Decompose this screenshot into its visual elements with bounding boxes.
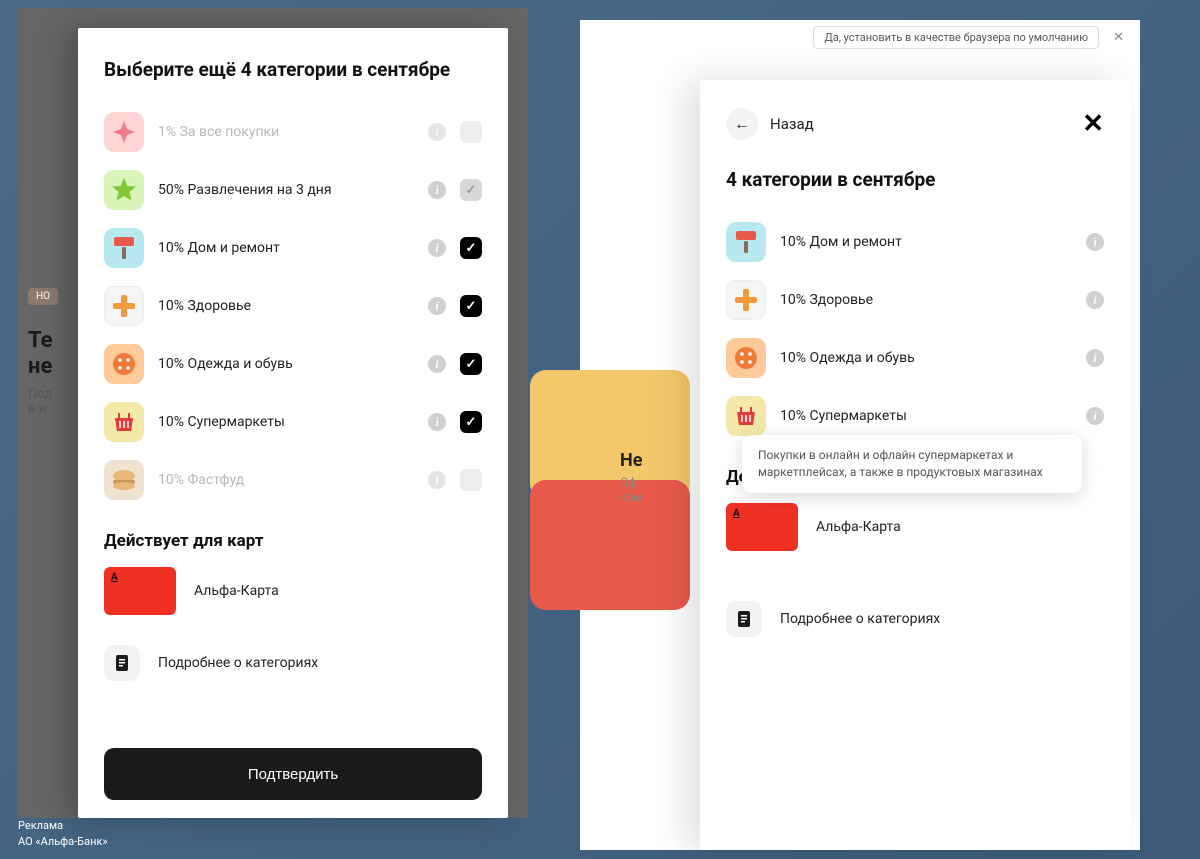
more-label: Подробнее о категориях bbox=[158, 655, 318, 671]
category-select-modal: Выберите ещё 4 категории в сентябре 1% З… bbox=[78, 28, 508, 818]
category-row[interactable]: 1% За все покупки i bbox=[104, 103, 482, 161]
category-row[interactable]: 10% Здоровье i bbox=[726, 271, 1104, 329]
card-name: Альфа-Карта bbox=[194, 583, 279, 599]
info-icon[interactable]: i bbox=[428, 471, 446, 489]
left-screenshot: НО Те не Под в и Выберите ещё 4 категори… bbox=[18, 8, 528, 818]
checkbox[interactable] bbox=[460, 353, 482, 375]
checkbox-locked bbox=[460, 179, 482, 201]
modal-title: 4 категории в сентябре bbox=[726, 168, 1104, 191]
category-row[interactable]: 10% Одежда и обувь i bbox=[104, 335, 482, 393]
document-icon bbox=[104, 645, 140, 681]
card-name: Альфа-Карта bbox=[816, 519, 901, 535]
roller-icon bbox=[726, 222, 766, 262]
category-row[interactable]: 50% Развлечения на 3 дня i bbox=[104, 161, 482, 219]
button-icon bbox=[726, 338, 766, 378]
category-row[interactable]: 10% Дом и ремонт i bbox=[726, 213, 1104, 271]
category-row[interactable]: 10% Одежда и обувь i bbox=[726, 329, 1104, 387]
info-icon[interactable]: i bbox=[428, 123, 446, 141]
more-about-categories[interactable]: Подробнее о категориях bbox=[726, 601, 1104, 637]
category-label: 10% Одежда и обувь bbox=[158, 356, 414, 372]
roller-icon bbox=[104, 228, 144, 268]
more-about-categories[interactable]: Подробнее о категориях bbox=[104, 645, 482, 681]
checkbox[interactable] bbox=[460, 411, 482, 433]
info-icon[interactable]: i bbox=[428, 239, 446, 257]
checkbox[interactable] bbox=[460, 469, 482, 491]
info-icon[interactable]: i bbox=[1086, 291, 1104, 309]
info-icon[interactable]: i bbox=[1086, 349, 1104, 367]
category-label: 10% Супермаркеты bbox=[780, 408, 1072, 424]
info-icon[interactable]: i bbox=[1086, 233, 1104, 251]
category-label: 10% Здоровье bbox=[780, 292, 1072, 308]
category-label: 10% Здоровье bbox=[158, 298, 414, 314]
bg-card-red bbox=[530, 480, 690, 610]
bg-badge: НО bbox=[28, 288, 58, 305]
category-row[interactable]: 10% Супермаркеты i bbox=[104, 393, 482, 451]
back-button[interactable]: ← Назад bbox=[726, 108, 814, 140]
right-screenshot: Да, установить в качестве браузера по ум… bbox=[580, 20, 1140, 850]
basket-icon bbox=[104, 402, 144, 442]
info-icon[interactable]: i bbox=[428, 297, 446, 315]
category-list: 1% За все покупки i 50% Развлечения на 3… bbox=[104, 103, 482, 509]
category-label: 10% Одежда и обувь bbox=[780, 350, 1072, 366]
cards-section-title: Действует для карт bbox=[104, 531, 482, 551]
burger-icon bbox=[104, 460, 144, 500]
checkbox[interactable] bbox=[460, 295, 482, 317]
alfa-card-icon bbox=[726, 503, 798, 551]
checkbox[interactable] bbox=[460, 237, 482, 259]
close-icon[interactable]: ✕ bbox=[1082, 109, 1104, 139]
basket-icon bbox=[726, 396, 766, 436]
category-label: 50% Развлечения на 3 дня bbox=[158, 182, 414, 198]
plus-icon bbox=[726, 280, 766, 320]
info-icon[interactable]: i bbox=[428, 355, 446, 373]
category-label: 10% Супермаркеты bbox=[158, 414, 414, 430]
card-row[interactable]: Альфа-Карта bbox=[726, 503, 1104, 551]
category-list: 10% Дом и ремонт i 10% Здоровье i 10% Од… bbox=[726, 213, 1104, 445]
alfa-card-icon bbox=[104, 567, 176, 615]
bg-headline: Те не Под в и bbox=[28, 328, 53, 418]
category-label: 10% Фастфуд bbox=[158, 472, 414, 488]
category-label: 10% Дом и ремонт bbox=[780, 234, 1072, 250]
plus-icon bbox=[104, 286, 144, 326]
back-label: Назад bbox=[770, 115, 814, 133]
sparkle-icon bbox=[104, 112, 144, 152]
ad-disclaimer: Реклама АО «Альфа-Банк» bbox=[18, 818, 108, 849]
category-row[interactable]: 10% Здоровье i bbox=[104, 277, 482, 335]
more-label: Подробнее о категориях bbox=[780, 611, 940, 627]
document-icon bbox=[726, 601, 762, 637]
confirm-button[interactable]: Подтвердить bbox=[104, 748, 482, 800]
category-label: 10% Дом и ремонт bbox=[158, 240, 414, 256]
card-row[interactable]: Альфа-Карта bbox=[104, 567, 482, 615]
info-icon[interactable]: i bbox=[428, 413, 446, 431]
info-icon[interactable]: i bbox=[1086, 407, 1104, 425]
button-icon bbox=[104, 344, 144, 384]
category-row[interactable]: 10% Фастфуд i bbox=[104, 451, 482, 509]
category-row[interactable]: 10% Дом и ремонт i bbox=[104, 219, 482, 277]
star-icon bbox=[104, 170, 144, 210]
category-tooltip: Покупки в онлайн и офлайн супермаркетах … bbox=[742, 435, 1082, 493]
checkbox[interactable] bbox=[460, 121, 482, 143]
arrow-left-icon: ← bbox=[726, 108, 758, 140]
category-label: 1% За все покупки bbox=[158, 124, 414, 140]
modal-header: ← Назад ✕ bbox=[726, 108, 1104, 140]
modal-title: Выберите ещё 4 категории в сентябре bbox=[104, 58, 482, 81]
info-icon[interactable]: i bbox=[428, 181, 446, 199]
